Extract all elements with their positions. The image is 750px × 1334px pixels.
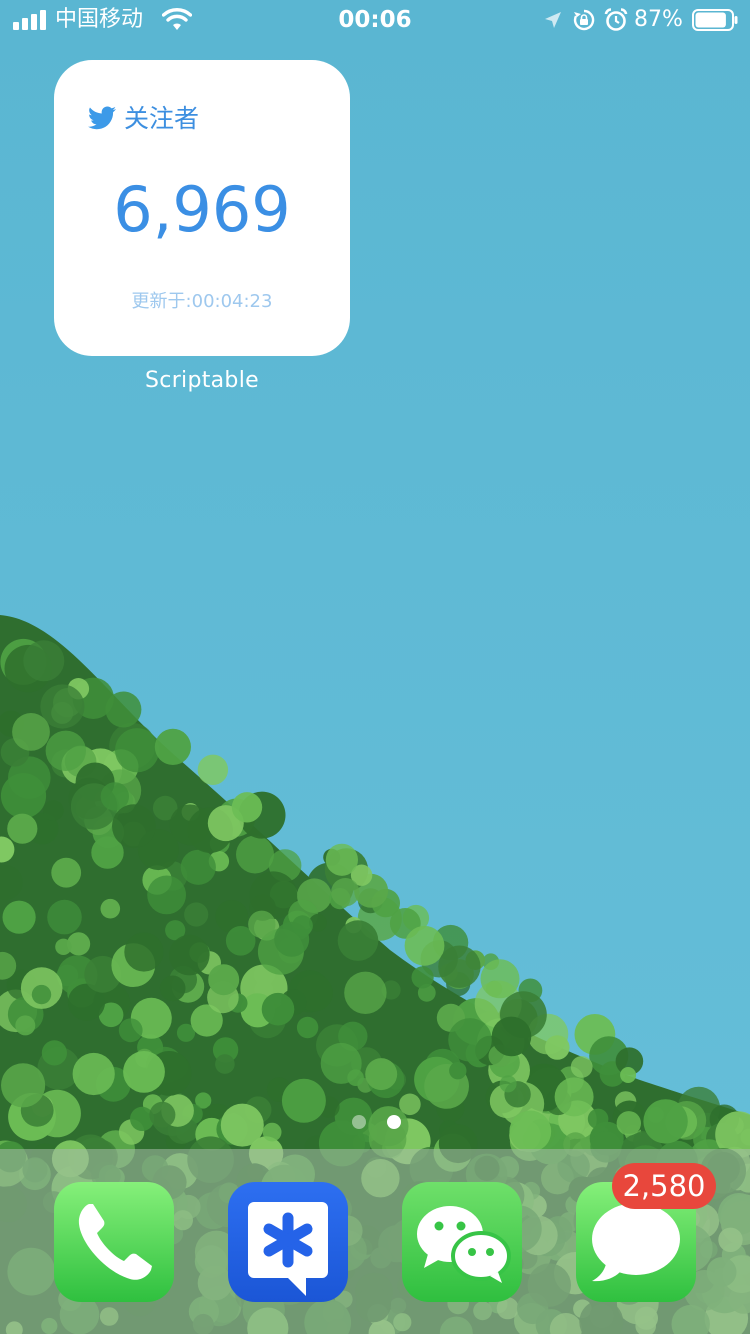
phone-icon — [78, 1204, 152, 1280]
phone-app[interactable] — [54, 1182, 174, 1302]
widget-app-label: Scriptable — [145, 368, 259, 393]
battery-percent: 87% — [634, 7, 683, 32]
twitter-icon — [88, 106, 116, 130]
messages-badge: 2,580 — [612, 1163, 716, 1209]
page-dot-2-active[interactable] — [387, 1115, 401, 1129]
page-dot-1[interactable] — [352, 1115, 366, 1129]
tim-app[interactable] — [228, 1182, 348, 1302]
wechat-icon — [417, 1206, 511, 1283]
alarm-icon — [604, 8, 628, 31]
followers-widget[interactable]: 关注者 6,969 更新于:00:04:23 — [54, 60, 350, 356]
status-bar: 中国移动 00:06 87% — [0, 0, 750, 40]
wechat-app[interactable] — [402, 1182, 522, 1302]
updated-timestamp: 更新于:00:04:23 — [131, 291, 273, 312]
location-icon — [545, 12, 561, 28]
page-indicator[interactable] — [351, 1115, 401, 1131]
battery-icon — [692, 9, 738, 31]
followers-count: 6,969 — [113, 173, 291, 246]
rotation-lock-icon — [573, 9, 595, 31]
widget-title: 关注者 — [124, 104, 200, 133]
tim-icon — [248, 1202, 328, 1296]
